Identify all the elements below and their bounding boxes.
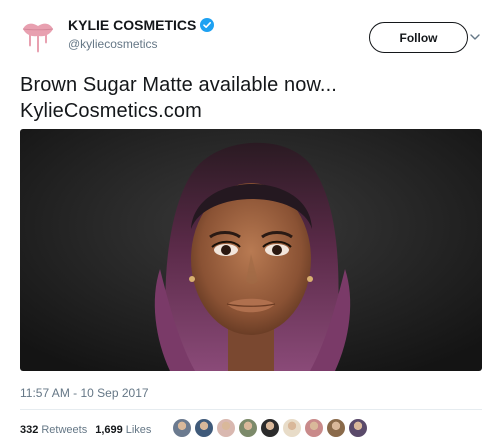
liker-avatar[interactable] — [172, 418, 192, 438]
lip-drip-logo-icon[interactable] — [20, 17, 56, 55]
likes-label: Likes — [125, 424, 152, 436]
liker-avatar[interactable] — [194, 418, 214, 438]
liker-avatar[interactable] — [326, 418, 346, 438]
tweet-timestamp[interactable]: 11:57 AM - 10 Sep 2017 — [20, 386, 149, 400]
follow-button[interactable]: Follow — [369, 22, 468, 53]
liker-avatars — [172, 418, 370, 440]
verified-badge-icon — [200, 18, 215, 32]
liker-avatar[interactable] — [238, 418, 258, 438]
likes-count: 1,699 — [95, 424, 123, 436]
tweet-stats: 332 Retweets 1,699 Likes — [20, 420, 159, 440]
retweets-stat[interactable]: 332 Retweets — [20, 424, 87, 436]
display-name[interactable]: KYLIE COSMETICS — [68, 17, 196, 33]
portrait-image — [20, 129, 482, 371]
stats-divider — [20, 409, 482, 410]
tweet-header: KYLIE COSMETICS @kyliecosmetics Follow — [20, 15, 490, 59]
liker-avatar[interactable] — [304, 418, 324, 438]
likes-stat[interactable]: 1,699 Likes — [95, 424, 151, 436]
retweets-count: 332 — [20, 424, 39, 436]
tweet-text: Brown Sugar Matte available now... Kylie… — [20, 72, 480, 124]
chevron-down-icon[interactable] — [468, 30, 482, 44]
liker-avatar[interactable] — [348, 418, 368, 438]
tweet-text-line: Brown Sugar Matte available now... — [20, 74, 337, 96]
retweets-label: Retweets — [41, 424, 88, 436]
liker-avatar[interactable] — [260, 418, 280, 438]
account-handle[interactable]: @kyliecosmetics — [68, 37, 158, 51]
liker-avatar[interactable] — [216, 418, 236, 438]
tweet-photo[interactable] — [20, 129, 482, 371]
tweet-link-text[interactable]: KylieCosmetics.com — [20, 98, 480, 124]
account-name-row[interactable]: KYLIE COSMETICS — [68, 17, 215, 33]
liker-avatar[interactable] — [282, 418, 302, 438]
